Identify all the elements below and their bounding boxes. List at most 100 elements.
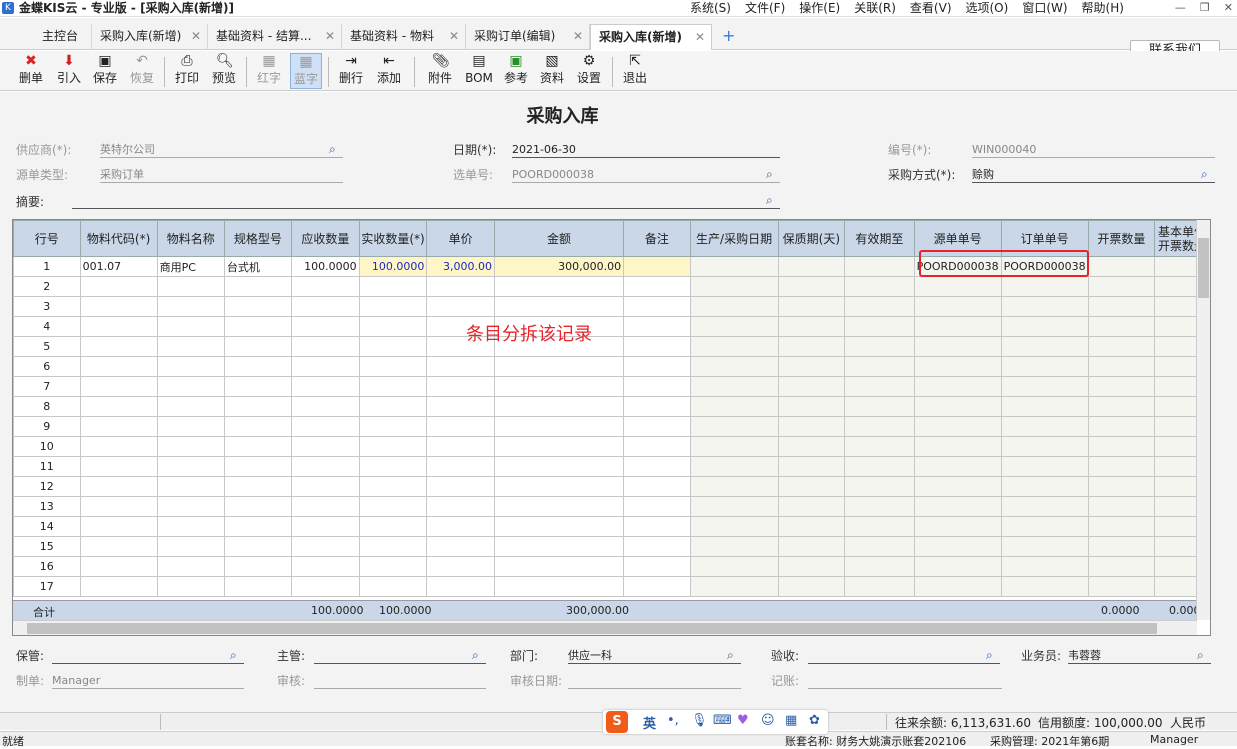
grid-cell[interactable] — [223, 516, 292, 537]
grid-cell[interactable] — [493, 516, 625, 537]
grid-cell[interactable] — [689, 296, 779, 317]
grid-cell[interactable] — [1087, 336, 1156, 357]
exit-button[interactable]: ⇱ 退出 — [620, 53, 650, 87]
manager-field[interactable]: ⌕ — [314, 648, 486, 664]
grid-cell[interactable] — [493, 356, 625, 377]
grid-cell[interactable] — [844, 376, 915, 397]
grid-cell[interactable] — [79, 516, 158, 537]
grid-cell[interactable] — [426, 456, 495, 477]
grid-cell[interactable] — [358, 296, 428, 317]
header-cell[interactable]: 实收数量(*) — [358, 220, 428, 257]
table-row[interactable]: 8 — [13, 396, 1210, 417]
grid-cell[interactable] — [623, 316, 691, 337]
grid-cell[interactable] — [290, 336, 360, 357]
table-row[interactable]: 4 — [13, 316, 1210, 337]
dept-field[interactable]: 供应一科 ⌕ — [568, 648, 741, 664]
tab-purchase-in-new[interactable]: 采购入库(新增) ✕ — [92, 24, 208, 50]
grid-cell[interactable] — [223, 336, 292, 357]
grid-cell[interactable] — [844, 396, 915, 417]
header-cell[interactable]: 生产/采购日期 — [689, 220, 779, 257]
grid-cell[interactable] — [1000, 456, 1089, 477]
grid-cell[interactable] — [844, 556, 915, 577]
tab-console[interactable]: 主控台 — [34, 24, 92, 50]
header-cell[interactable]: 单价 — [426, 220, 495, 257]
shelf-life-cell[interactable] — [777, 256, 846, 277]
grid-cell[interactable] — [290, 556, 360, 577]
grid-cell[interactable] — [79, 276, 158, 297]
tab-purchase-order-edit[interactable]: 采购订单(编辑) ✕ — [466, 24, 590, 50]
grid-cell[interactable] — [689, 316, 779, 337]
restore-button[interactable]: ↶ 恢复 — [127, 53, 157, 87]
grid-cell[interactable] — [777, 316, 846, 337]
grid-cell[interactable] — [493, 476, 625, 497]
grid-cell[interactable] — [689, 476, 779, 497]
grid-cell[interactable] — [777, 536, 846, 557]
table-row[interactable]: 12 — [13, 476, 1210, 497]
grid-cell[interactable] — [623, 496, 691, 517]
emoji-icon[interactable]: ☺ — [761, 713, 775, 728]
grid-cell[interactable] — [290, 316, 360, 337]
grid-cell[interactable] — [1087, 376, 1156, 397]
grid-cell[interactable] — [689, 556, 779, 577]
grid-cell[interactable] — [777, 356, 846, 377]
grid-cell[interactable] — [844, 496, 915, 517]
grid-cell[interactable] — [358, 376, 428, 397]
grid-cell[interactable] — [844, 576, 915, 597]
grid-cell[interactable] — [79, 536, 158, 557]
amount-cell[interactable]: 300,000.00 — [493, 256, 625, 277]
delete-row-button[interactable]: ⇥ 删行 — [336, 53, 366, 87]
actual-qty-cell[interactable]: 100.0000 — [358, 256, 428, 277]
grid-cell[interactable] — [1000, 376, 1089, 397]
grid-cell[interactable] — [426, 396, 495, 417]
grid-cell[interactable] — [1087, 496, 1156, 517]
grid-cell[interactable] — [290, 416, 360, 437]
grid-cell[interactable] — [1087, 576, 1156, 597]
grid-cell[interactable] — [913, 336, 1002, 357]
grid-cell[interactable] — [913, 396, 1002, 417]
grid-cell[interactable] — [1087, 556, 1156, 577]
header-cell[interactable]: 开票数量 — [1087, 220, 1156, 257]
grid-cell[interactable] — [623, 576, 691, 597]
close-icon[interactable]: ✕ — [325, 24, 335, 48]
grid-cell[interactable] — [358, 496, 428, 517]
grid-cell[interactable] — [358, 516, 428, 537]
grid-cell[interactable] — [223, 536, 292, 557]
grid-cell[interactable] — [79, 456, 158, 477]
grid-cell[interactable] — [777, 576, 846, 597]
grid-cell[interactable] — [844, 456, 915, 477]
grid-cell[interactable] — [623, 516, 691, 537]
grid-cell[interactable] — [290, 376, 360, 397]
grid-cell[interactable] — [1000, 516, 1089, 537]
blue-button[interactable]: ▦ 蓝字 — [290, 53, 322, 89]
grid-cell[interactable] — [493, 456, 625, 477]
grid-cell[interactable] — [777, 516, 846, 537]
menu-view[interactable]: 查看(V) — [910, 0, 952, 16]
material-name-cell[interactable]: 商用PC — [156, 256, 225, 277]
grid-cell[interactable] — [156, 316, 225, 337]
grid-cell[interactable] — [1000, 436, 1089, 457]
grid-cell[interactable] — [689, 376, 779, 397]
grid-cell[interactable] — [156, 576, 225, 597]
header-cell[interactable]: 有效期至 — [844, 220, 915, 257]
grid-cell[interactable] — [623, 476, 691, 497]
keyboard-icon[interactable]: ⌨ — [713, 713, 732, 728]
menu-file[interactable]: 文件(F) — [745, 0, 785, 16]
source-type-field[interactable]: 采购订单 — [100, 167, 343, 183]
grid-cell[interactable] — [290, 536, 360, 557]
grid-cell[interactable] — [358, 356, 428, 377]
grid-cell[interactable] — [777, 376, 846, 397]
grid-cell[interactable] — [913, 576, 1002, 597]
grid-cell[interactable] — [1087, 276, 1156, 297]
grid-cell[interactable] — [689, 336, 779, 357]
data-button[interactable]: ▧ 资料 — [537, 53, 567, 87]
grid-cell[interactable] — [1000, 356, 1089, 377]
lookup-icon[interactable]: ⌕ — [472, 648, 486, 662]
grid-cell[interactable] — [777, 436, 846, 457]
grid-cell[interactable] — [358, 316, 428, 337]
print-button[interactable]: ⎙ 打印 — [172, 53, 202, 87]
grid-cell[interactable] — [1000, 476, 1089, 497]
grid-cell[interactable] — [1000, 396, 1089, 417]
grid-cell[interactable] — [777, 396, 846, 417]
grid-cell[interactable] — [426, 296, 495, 317]
minimize-icon[interactable]: — — [1175, 0, 1186, 16]
